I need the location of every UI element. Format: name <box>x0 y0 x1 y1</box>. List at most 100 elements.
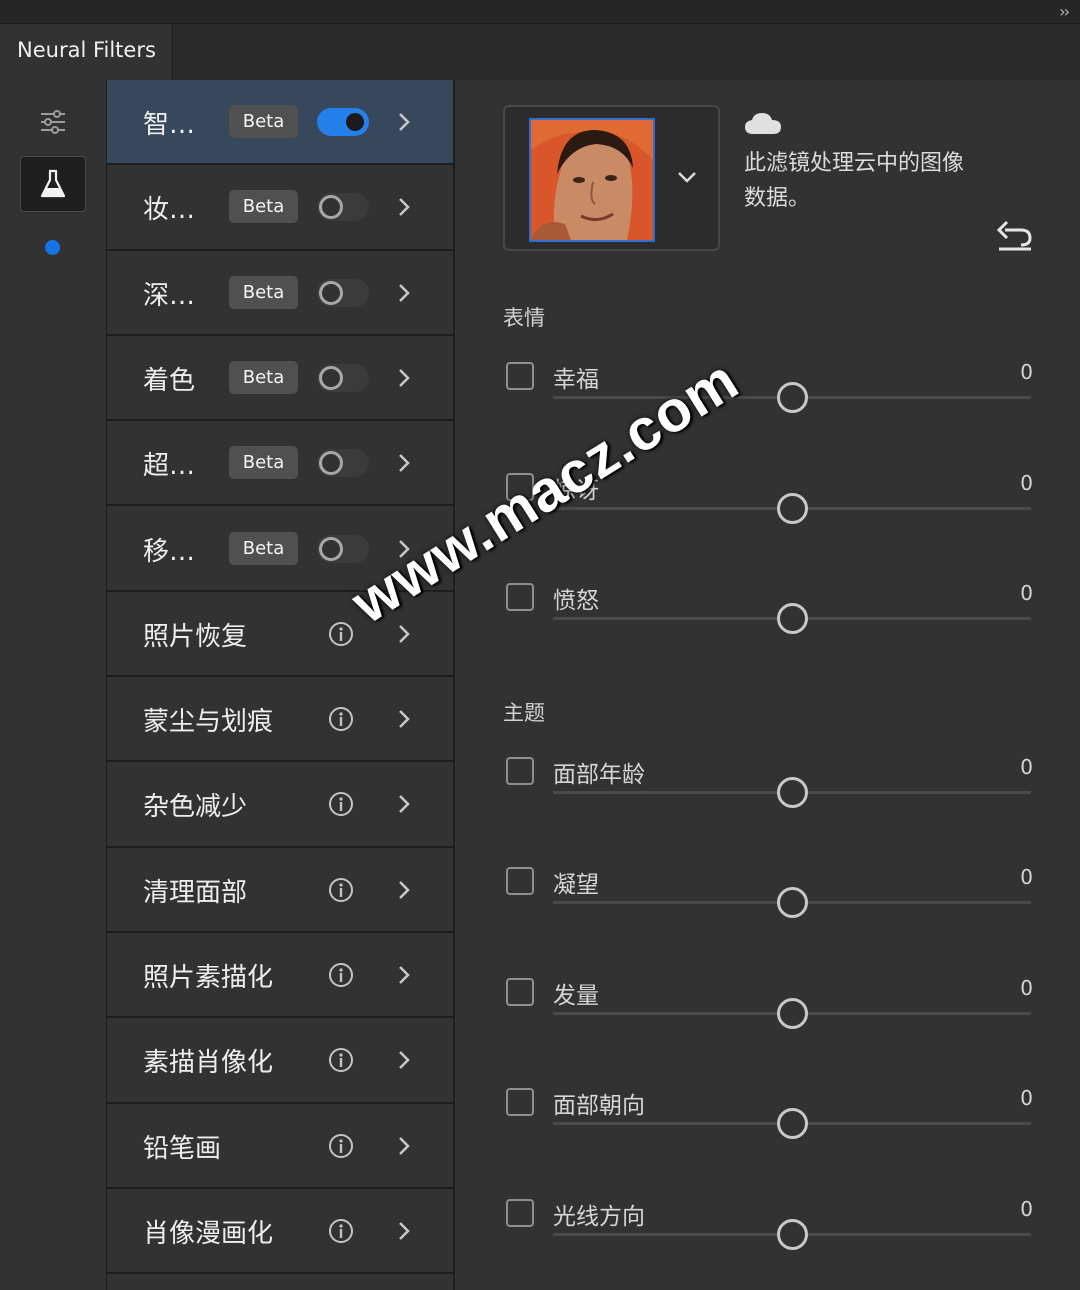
filter-label: 清理面部 <box>143 877 248 908</box>
chevron-right-icon[interactable] <box>395 876 413 904</box>
enable-checkbox[interactable] <box>506 977 534 1006</box>
portrait-thumbnail <box>529 118 655 242</box>
chevron-right-icon[interactable] <box>395 961 413 989</box>
neural-filters-panel: 智… Beta 妆… Beta 深… Beta 着色 Beta 超… Beta 移… Beta 照片恢复… <box>0 80 1080 1290</box>
toggle-knob <box>319 280 343 305</box>
chevron-right-icon[interactable] <box>395 535 413 563</box>
filter-item[interactable]: 照片素描化 <box>107 933 453 1019</box>
toggle-knob <box>319 365 343 390</box>
reset-icon[interactable] <box>995 218 1035 252</box>
chevron-right-icon[interactable] <box>395 364 413 392</box>
sliders-icon[interactable] <box>20 94 86 150</box>
section-title: 主题 <box>503 700 545 725</box>
section-title: 表情 <box>503 306 545 330</box>
slider-row: 发量 0 <box>503 975 1033 1048</box>
beta-badge: Beta <box>229 531 298 565</box>
slider-value: 0 <box>1020 865 1033 889</box>
filter-toggle[interactable] <box>317 108 369 136</box>
chevron-right-icon[interactable] <box>395 1132 413 1160</box>
toggle-knob <box>319 195 343 220</box>
chevron-right-icon[interactable] <box>395 790 413 818</box>
new-indicator-dot <box>45 240 60 255</box>
tab-bar: Neural Filters <box>0 24 1080 80</box>
flask-icon[interactable] <box>20 156 86 212</box>
slider-label: 光线方向 <box>553 1203 645 1230</box>
enable-checkbox[interactable] <box>506 583 534 611</box>
filter-toggle[interactable] <box>317 363 369 392</box>
slider-label: 面部朝向 <box>553 1093 645 1119</box>
enable-checkbox[interactable] <box>506 1198 534 1227</box>
filter-item[interactable]: 移… Beta <box>107 507 453 592</box>
chevron-right-icon[interactable] <box>395 1217 413 1245</box>
slider-thumb[interactable] <box>777 382 808 413</box>
filter-toggle[interactable] <box>317 449 369 478</box>
info-icon[interactable] <box>328 621 354 647</box>
info-icon[interactable] <box>328 1047 354 1073</box>
enable-checkbox[interactable] <box>506 867 534 895</box>
filter-item[interactable]: 蒙尘与划痕 <box>107 677 453 763</box>
slider-thumb[interactable] <box>777 1108 808 1139</box>
beta-badge: Beta <box>229 105 298 138</box>
filter-item[interactable]: 铅笔画 <box>107 1104 453 1189</box>
info-icon[interactable] <box>328 706 354 732</box>
info-icon[interactable] <box>328 962 354 988</box>
slider-thumb[interactable] <box>777 1218 808 1250</box>
filter-item[interactable]: 着色 Beta <box>107 336 453 422</box>
filter-item[interactable]: 照片恢复 <box>107 592 453 678</box>
slider-thumb[interactable] <box>777 492 808 524</box>
toggle-knob <box>319 451 343 476</box>
filter-toggle[interactable] <box>317 193 369 222</box>
filter-item[interactable]: 妆… Beta <box>107 165 453 251</box>
filter-label: 智… <box>143 110 196 140</box>
tab-neural-filters[interactable]: Neural Filters <box>0 24 173 80</box>
slider-label: 发量 <box>553 982 599 1009</box>
slider-row: 面部年龄 0 <box>503 755 1033 827</box>
filter-toggle[interactable] <box>317 278 369 307</box>
filter-item[interactable]: 肖像漫画化 <box>107 1189 453 1275</box>
chevron-right-icon[interactable] <box>395 449 413 477</box>
filter-item[interactable]: 超… Beta <box>107 421 453 507</box>
filter-label: 移… <box>143 536 196 567</box>
slider-label: 凝望 <box>553 872 599 898</box>
slider-value: 0 <box>1020 1196 1033 1221</box>
filter-item[interactable]: 智… Beta <box>107 80 453 166</box>
filter-label: 肖像漫画化 <box>143 1218 274 1249</box>
slider-value: 0 <box>1020 975 1033 1000</box>
slider-value: 0 <box>1020 470 1033 495</box>
info-icon[interactable] <box>328 1218 354 1244</box>
chevron-right-icon[interactable] <box>395 193 413 221</box>
info-icon[interactable] <box>328 1133 354 1159</box>
filter-label: 蒙尘与划痕 <box>143 707 274 738</box>
enable-checkbox[interactable] <box>506 756 534 785</box>
chevron-down-icon[interactable] <box>675 167 699 187</box>
filter-label: 着色 <box>143 365 196 396</box>
info-icon[interactable] <box>328 791 354 817</box>
enable-checkbox[interactable] <box>506 1088 534 1116</box>
slider-value: 0 <box>1020 1086 1033 1110</box>
chevron-right-icon[interactable] <box>395 705 413 733</box>
filter-item[interactable]: 素描肖像化 <box>107 1018 453 1104</box>
enable-checkbox[interactable] <box>506 362 534 390</box>
slider-value: 0 <box>1020 360 1033 384</box>
filter-toggle[interactable] <box>317 534 369 563</box>
filter-item[interactable]: 杂色减少 <box>107 762 453 848</box>
slider-row: 幸福 0 <box>503 360 1033 432</box>
slider-thumb[interactable] <box>777 603 808 634</box>
collapse-panel-icon[interactable]: ›› <box>1059 2 1070 21</box>
slider-thumb[interactable] <box>777 997 808 1029</box>
cloud-icon <box>745 113 781 134</box>
preview-selector[interactable] <box>503 105 720 251</box>
cloud-processing-note: 此滤镜处理云中的图像数据。 <box>744 151 965 211</box>
chevron-right-icon[interactable] <box>395 1046 413 1074</box>
filter-item[interactable]: 深… Beta <box>107 251 453 336</box>
toggle-knob <box>343 110 367 134</box>
info-icon[interactable] <box>328 877 354 903</box>
chevron-right-icon[interactable] <box>395 108 413 136</box>
slider-label: 愤怒 <box>553 588 599 614</box>
slider-thumb[interactable] <box>777 887 808 918</box>
filter-item[interactable]: 清理面部 <box>107 848 453 933</box>
enable-checkbox[interactable] <box>506 472 534 501</box>
chevron-right-icon[interactable] <box>395 279 413 307</box>
slider-thumb[interactable] <box>777 776 808 808</box>
chevron-right-icon[interactable] <box>395 620 413 648</box>
